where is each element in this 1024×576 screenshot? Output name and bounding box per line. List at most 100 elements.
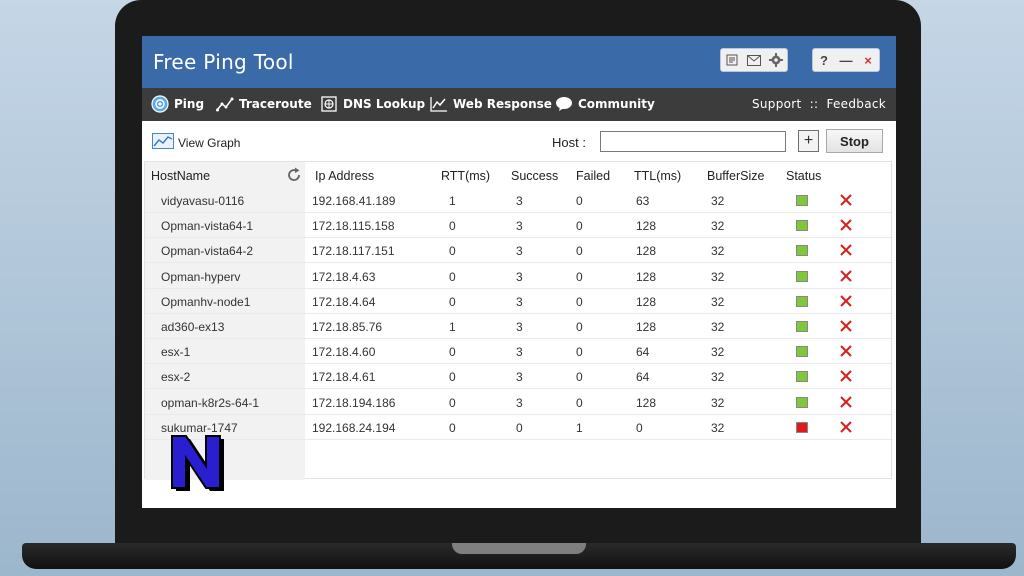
- add-host-button[interactable]: +: [798, 130, 819, 152]
- refresh-icon[interactable]: [286, 167, 302, 186]
- settings-icon[interactable]: [765, 49, 787, 71]
- status-up-icon: [796, 295, 808, 307]
- cell-failed: 0: [576, 219, 583, 234]
- cell-buffersize: 32: [711, 395, 725, 410]
- host-input[interactable]: [600, 131, 786, 152]
- column-header-success[interactable]: Success: [511, 169, 558, 183]
- title-bar: Free Ping Tool ? — ×: [142, 36, 896, 88]
- nav-label-dns-lookup: DNS Lookup: [343, 97, 426, 111]
- cell-rtt: 0: [449, 294, 456, 309]
- status-up-icon: [796, 396, 808, 408]
- cell-failed: 0: [576, 395, 583, 410]
- nav-item-ping[interactable]: Ping: [151, 94, 204, 114]
- cell-rtt: 0: [449, 345, 456, 360]
- delete-icon[interactable]: [839, 395, 853, 409]
- cell-failed: 0: [576, 370, 583, 385]
- column-header-status[interactable]: Status: [786, 169, 821, 183]
- cell-ttl: 64: [636, 370, 650, 385]
- nav-links: Support :: Feedback: [748, 97, 886, 111]
- delete-icon[interactable]: [839, 193, 853, 207]
- delete-icon[interactable]: [839, 243, 853, 257]
- minimize-button[interactable]: —: [835, 49, 857, 71]
- table-row[interactable]: Opman-hyperv 172.18.4.63 0 3 0 128 32: [145, 264, 893, 289]
- table-row[interactable]: sukumar-1747 192.168.24.194 0 0 1 0 32: [145, 415, 893, 440]
- table-row[interactable]: Opman-vista64-1 172.18.115.158 0 3 0 128 32: [145, 213, 893, 239]
- close-button[interactable]: ×: [857, 49, 879, 71]
- status-up-icon: [796, 371, 808, 383]
- column-header-failed[interactable]: Failed: [576, 169, 610, 183]
- feedback-link[interactable]: Feedback: [826, 97, 886, 111]
- cell-success: 0: [516, 420, 523, 435]
- community-icon: [555, 95, 573, 113]
- table-row[interactable]: esx-2 172.18.4.61 0 3 0 64 32: [145, 364, 893, 390]
- delete-icon[interactable]: [839, 344, 853, 358]
- cell-ttl: 64: [636, 345, 650, 360]
- support-link[interactable]: Support: [752, 97, 802, 111]
- cell-ip-address: 172.18.117.151: [312, 244, 395, 259]
- status-up-icon: [796, 270, 808, 282]
- nav-item-dns-lookup[interactable]: DNS Lookup: [320, 94, 425, 114]
- stop-button[interactable]: Stop: [826, 129, 883, 153]
- cell-ttl: 128: [636, 294, 657, 309]
- cell-hostname: esx-2: [161, 370, 191, 385]
- dns-lookup-icon: [320, 95, 338, 113]
- nav-bar: Ping Traceroute DNS Lookup Web Response …: [142, 88, 896, 121]
- table-row[interactable]: Opmanhv-node1 172.18.4.64 0 3 0 128 32: [145, 289, 893, 314]
- delete-icon[interactable]: [839, 319, 853, 333]
- cell-success: 3: [516, 244, 523, 259]
- cell-rtt: 0: [449, 219, 456, 234]
- results-table: HostName Ip Address RTT(ms) Success Fail…: [144, 161, 893, 480]
- delete-icon[interactable]: [839, 218, 853, 232]
- cell-ip-address: 172.18.4.64: [312, 294, 376, 309]
- delete-icon[interactable]: [839, 420, 853, 434]
- cell-hostname: vidyavasu-0116: [161, 194, 245, 208]
- titlebar-tools: [720, 48, 788, 72]
- cell-failed: 0: [576, 294, 583, 309]
- table-row[interactable]: Opman-vista64-2 172.18.117.151 0 3 0 128 32: [145, 238, 893, 264]
- table-row[interactable]: opman-k8r2s-64-1 172.18.194.186 0 3 0 128 32: [145, 390, 893, 415]
- cell-buffersize: 32: [711, 320, 725, 334]
- nav-item-traceroute[interactable]: Traceroute: [216, 94, 312, 114]
- column-header-hostname[interactable]: HostName: [151, 169, 210, 183]
- cell-ip-address: 172.18.4.61: [312, 370, 376, 385]
- cell-buffersize: 32: [711, 269, 725, 284]
- cell-failed: 0: [576, 194, 583, 208]
- notes-icon[interactable]: [721, 49, 743, 71]
- status-down-icon: [796, 421, 808, 433]
- cell-rtt: 0: [449, 420, 456, 435]
- cell-hostname: esx-1: [161, 345, 191, 360]
- nav-item-community[interactable]: Community: [555, 94, 655, 114]
- table-row[interactable]: ad360-ex13 172.18.85.76 1 3 0 128 32: [145, 314, 893, 339]
- status-up-icon: [796, 245, 808, 257]
- nav-label-web-response: Web Response: [453, 97, 552, 111]
- cell-hostname: ad360-ex13: [161, 320, 225, 334]
- cell-rtt: 0: [449, 269, 456, 284]
- cell-ip-address: 192.168.24.194: [312, 420, 396, 435]
- cell-failed: 0: [576, 269, 583, 284]
- cell-ttl: 128: [636, 320, 657, 334]
- view-graph-button[interactable]: View Graph: [152, 133, 240, 152]
- mail-icon[interactable]: [743, 49, 765, 71]
- window-controls: ? — ×: [812, 48, 880, 72]
- cell-success: 3: [516, 395, 523, 410]
- delete-icon[interactable]: [839, 294, 853, 308]
- status-up-icon: [796, 321, 808, 332]
- cell-ip-address: 192.168.41.189: [312, 194, 396, 208]
- column-header-ip-address[interactable]: Ip Address: [315, 169, 374, 183]
- column-header-ttl[interactable]: TTL(ms): [634, 169, 681, 183]
- table-row[interactable]: esx-1 172.18.4.60 0 3 0 64 32: [145, 339, 893, 365]
- table-row[interactable]: vidyavasu-0116 192.168.41.189 1 3 0 63 32: [145, 188, 893, 213]
- cell-success: 3: [516, 320, 523, 334]
- column-header-buffersize[interactable]: BufferSize: [707, 169, 764, 183]
- cell-failed: 1: [576, 420, 583, 435]
- delete-icon[interactable]: [839, 269, 853, 283]
- help-button[interactable]: ?: [813, 49, 835, 71]
- column-header-rtt[interactable]: RTT(ms): [441, 169, 490, 183]
- cell-ttl: 0: [636, 420, 643, 435]
- cell-rtt: 0: [449, 244, 456, 259]
- delete-icon[interactable]: [839, 369, 853, 383]
- nav-label-traceroute: Traceroute: [239, 97, 312, 111]
- cell-success: 3: [516, 219, 523, 234]
- cell-failed: 0: [576, 320, 583, 334]
- nav-item-web-response[interactable]: Web Response: [430, 94, 552, 114]
